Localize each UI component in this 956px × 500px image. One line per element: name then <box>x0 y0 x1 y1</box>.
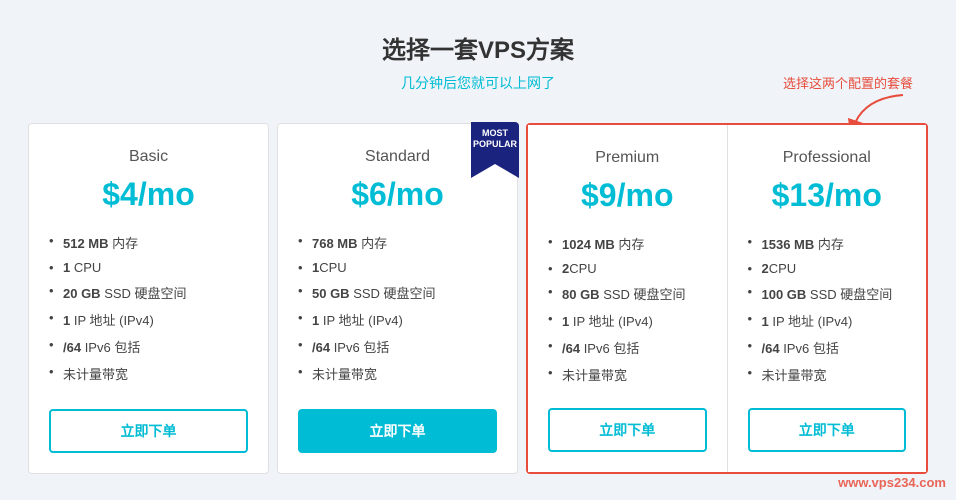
plan-features-standard: 768 MB 内存 1CPU 50 GB SSD 硬盘空间 1 IP 地址 (I… <box>298 229 497 389</box>
plan-price-basic: $4/mo <box>49 176 248 213</box>
plan-features-basic: 512 MB 内存 1 CPU 20 GB SSD 硬盘空间 1 IP 地址 (… <box>49 229 248 389</box>
order-button-professional[interactable]: 立即下单 <box>748 408 907 452</box>
feature-standard-3: 1 IP 地址 (IPv4) <box>298 306 497 333</box>
feature-premium-4: /64 IPv6 包括 <box>548 334 707 361</box>
feature-premium-5: 未计量带宽 <box>548 361 707 388</box>
feature-premium-0: 1024 MB 内存 <box>548 230 707 257</box>
feature-basic-0: 512 MB 内存 <box>49 229 248 256</box>
plan-name-basic: Basic <box>49 148 248 166</box>
feature-professional-2: 100 GB SSD 硬盘空间 <box>748 280 907 307</box>
feature-standard-0: 768 MB 内存 <box>298 229 497 256</box>
annotation-text: 选择这两个配置的套餐 <box>783 76 913 91</box>
plan-price-standard: $6/mo <box>298 176 497 213</box>
feature-professional-0: 1536 MB 内存 <box>748 230 907 257</box>
feature-standard-1: 1CPU <box>298 256 497 279</box>
plan-name-standard: Standard <box>298 148 497 166</box>
feature-professional-5: 未计量带宽 <box>748 361 907 388</box>
feature-basic-5: 未计量带宽 <box>49 360 248 387</box>
plan-premium: Premium $9/mo 1024 MB 内存 2CPU 80 GB SSD … <box>528 125 728 472</box>
plan-standard: MOSTPOPULAR Standard $6/mo 768 MB 内存 1CP… <box>277 123 518 474</box>
feature-professional-3: 1 IP 地址 (IPv4) <box>748 307 907 334</box>
plan-basic: Basic $4/mo 512 MB 内存 1 CPU 20 GB SSD 硬盘… <box>28 123 269 474</box>
feature-professional-1: 2CPU <box>748 257 907 280</box>
feature-premium-3: 1 IP 地址 (IPv4) <box>548 307 707 334</box>
plan-name-professional: Professional <box>748 149 907 167</box>
order-button-standard[interactable]: 立即下单 <box>298 409 497 453</box>
feature-standard-5: 未计量带宽 <box>298 360 497 387</box>
feature-premium-2: 80 GB SSD 硬盘空间 <box>548 280 707 307</box>
most-popular-badge: MOSTPOPULAR <box>471 122 519 178</box>
plan-name-premium: Premium <box>548 149 707 167</box>
plan-features-professional: 1536 MB 内存 2CPU 100 GB SSD 硬盘空间 1 IP 地址 … <box>748 230 907 388</box>
order-button-basic[interactable]: 立即下单 <box>49 409 248 453</box>
feature-professional-4: /64 IPv6 包括 <box>748 334 907 361</box>
feature-premium-1: 2CPU <box>548 257 707 280</box>
plan-price-professional: $13/mo <box>748 177 907 214</box>
feature-basic-4: /64 IPv6 包括 <box>49 333 248 360</box>
plans-container: Basic $4/mo 512 MB 内存 1 CPU 20 GB SSD 硬盘… <box>28 123 928 474</box>
watermark: www.vps234.com <box>838 475 946 490</box>
feature-basic-2: 20 GB SSD 硬盘空间 <box>49 279 248 306</box>
feature-basic-1: 1 CPU <box>49 256 248 279</box>
plan-price-premium: $9/mo <box>548 177 707 214</box>
feature-standard-4: /64 IPv6 包括 <box>298 333 497 360</box>
page-subtitle: 几分钟后您就可以上网了 <box>382 73 574 93</box>
feature-basic-3: 1 IP 地址 (IPv4) <box>49 306 248 333</box>
page-title: 选择一套VPS方案 <box>382 30 574 65</box>
order-button-premium[interactable]: 立即下单 <box>548 408 707 452</box>
page-header: 选择一套VPS方案 几分钟后您就可以上网了 <box>382 30 574 93</box>
plan-professional: Professional $13/mo 1536 MB 内存 2CPU 100 … <box>728 125 927 472</box>
feature-standard-2: 50 GB SSD 硬盘空间 <box>298 279 497 306</box>
plan-features-premium: 1024 MB 内存 2CPU 80 GB SSD 硬盘空间 1 IP 地址 (… <box>548 230 707 388</box>
highlighted-group: Premium $9/mo 1024 MB 内存 2CPU 80 GB SSD … <box>526 123 928 474</box>
